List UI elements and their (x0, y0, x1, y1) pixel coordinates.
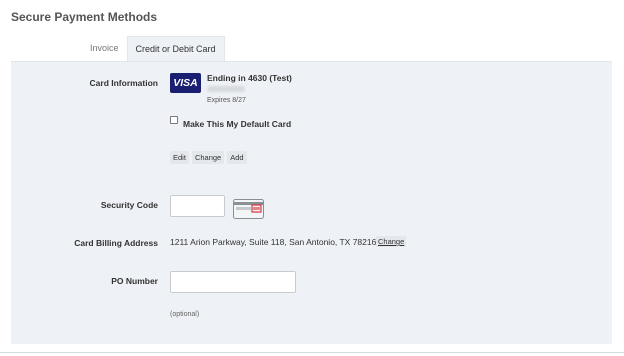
card-information-label: Card Information (89, 78, 158, 88)
billing-address-label: Card Billing Address (74, 238, 158, 248)
cvv-card-icon (233, 199, 264, 219)
edit-card-button[interactable]: Edit (170, 151, 189, 164)
default-card-checkbox-label[interactable]: Make This My Default Card (183, 119, 291, 129)
page-title: Secure Payment Methods (11, 10, 158, 24)
tab-credit-debit-card[interactable]: Credit or Debit Card (126, 36, 225, 62)
add-card-button[interactable]: Add (227, 151, 247, 164)
cardholder-name-redacted (207, 86, 245, 92)
security-code-input[interactable] (170, 195, 225, 217)
tab-invoice[interactable]: Invoice (82, 36, 127, 62)
po-number-input[interactable] (170, 271, 296, 293)
card-actions: Edit Change Add (170, 151, 247, 164)
po-number-label: PO Number (111, 276, 158, 286)
security-code-label: Security Code (100, 200, 158, 210)
default-card-checkbox[interactable] (170, 116, 178, 124)
billing-address-text: 1211 Arion Parkway, Suite 118, San Anton… (170, 237, 377, 247)
bottom-divider (0, 352, 624, 353)
change-address-link[interactable]: Change (376, 236, 407, 247)
po-number-hint: (optional) (170, 311, 200, 318)
change-card-button[interactable]: Change (191, 151, 225, 164)
card-ending-text: Ending in 4630 (Test) (207, 73, 292, 83)
visa-logo-icon: VISA (170, 73, 201, 93)
card-expiry: Expires 8/27 (207, 97, 246, 104)
payment-tabs: Invoice Credit or Debit Card (82, 36, 225, 62)
